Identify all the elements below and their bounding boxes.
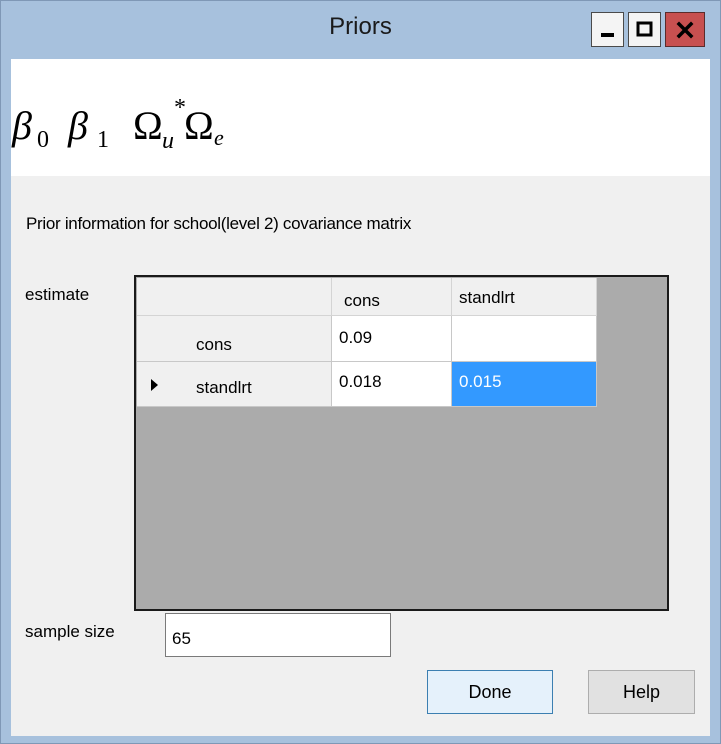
minimize-button[interactable] [591,12,624,47]
grid-corner-header[interactable] [137,278,332,316]
omega-e-symbol[interactable]: Ω [184,103,214,148]
cell-standlrt-standlrt[interactable]: 0.015 [452,362,597,407]
priors-window: Priors β 0 β 1 Ω u * Ω e Prior informati… [0,0,721,744]
minimize-icon [600,32,614,37]
estimate-label: estimate [25,285,90,304]
title-bar[interactable]: Priors [1,1,720,59]
row-header-standlrt[interactable]: standlrt [137,362,332,407]
beta1-symbol[interactable]: β [67,103,88,148]
column-header-cons[interactable]: cons [332,278,452,316]
sample-size-input[interactable] [165,613,391,657]
row-pointer-icon [151,379,158,391]
estimate-grid[interactable]: cons standlrt cons 0.09 standlrt 0.018 0… [134,275,669,611]
column-header-standlrt[interactable]: standlrt [452,278,597,316]
cell-standlrt-cons[interactable]: 0.018 [332,362,452,407]
maximize-icon [636,21,652,36]
maximize-button[interactable] [628,12,661,47]
close-button[interactable] [665,12,705,47]
omega-e-subscript: e [214,125,224,150]
beta0-subscript: 0 [37,127,49,153]
cell-cons-standlrt[interactable] [452,316,597,362]
row-header-label: cons [196,335,232,354]
omega-u-symbol[interactable]: Ω [133,103,163,148]
row-header-cons[interactable]: cons [137,316,332,362]
cell-cons-cons[interactable]: 0.09 [332,316,452,362]
sample-size-label: sample size [25,622,115,641]
close-icon [676,21,694,38]
omega-u-subscript: u [162,128,174,154]
help-button[interactable]: Help [588,670,695,714]
formula-svg: β 0 β 1 Ω u * Ω e [11,95,224,154]
column-header-label: standlrt [459,288,515,307]
row-header-label: standlrt [196,378,252,397]
model-formula: β 0 β 1 Ω u * Ω e [11,59,710,176]
cell-value: 0.09 [339,328,373,347]
done-button[interactable]: Done [427,670,553,714]
beta1-subscript: 1 [97,127,109,153]
dialog-body: β 0 β 1 Ω u * Ω e Prior information for … [11,59,710,736]
cell-value: 0.018 [339,372,382,391]
cell-value: 0.015 [459,372,502,391]
column-header-label: cons [344,291,380,310]
beta0-symbol[interactable]: β [11,103,32,148]
prior-info-label: Prior information for school(level 2) co… [26,214,412,233]
